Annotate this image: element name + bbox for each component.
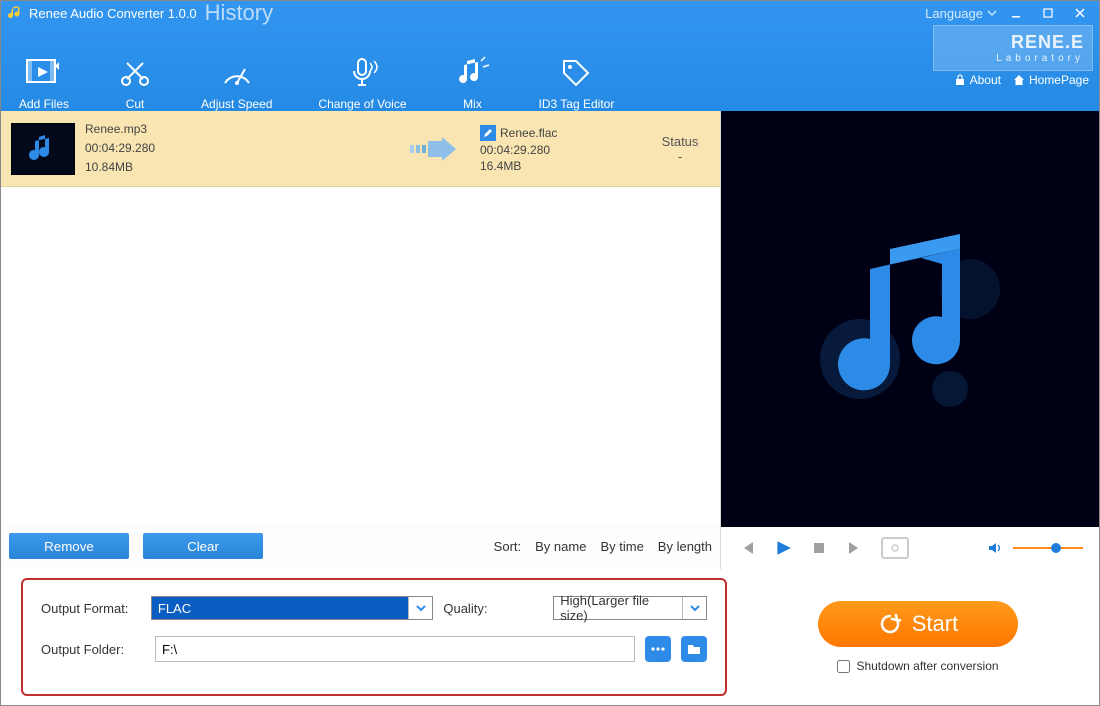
content-area: Renee.mp3 00:04:29.280 10.84MB [1,111,1099,569]
stop-button[interactable] [809,538,829,558]
volume-slider[interactable] [1013,547,1083,549]
browse-folder-button[interactable] [681,636,707,662]
lock-icon [954,74,966,86]
app-title: Renee Audio Converter 1.0.0 [29,6,197,21]
homepage-link[interactable]: HomePage [1013,73,1089,87]
player-controls [721,527,1099,569]
start-button-label: Start [912,611,958,637]
conversion-item[interactable]: Renee.mp3 00:04:29.280 10.84MB [1,111,720,187]
status-header: Status [650,134,710,149]
list-controls: Remove Clear Sort: By name By time By le… [1,523,720,569]
about-link[interactable]: About [954,73,1001,87]
output-folder-label: Output Folder: [41,642,145,657]
sort-by-length[interactable]: By length [658,539,712,554]
destination-duration: 00:04:29.280 [480,143,640,157]
quality-label: Quality: [443,601,543,616]
sort-by-name[interactable]: By name [535,539,586,554]
output-format-label: Output Format: [41,601,141,616]
scissors-icon [115,53,155,93]
microphone-icon [342,53,382,93]
music-mix-icon [453,53,493,93]
play-button[interactable] [773,538,793,558]
minimize-button[interactable] [1003,4,1029,22]
preview-display [721,111,1099,527]
file-list-panel: Renee.mp3 00:04:29.280 10.84MB [1,111,721,569]
item-thumbnail [11,123,75,175]
brand-name: RENE.E [996,32,1084,53]
gauge-icon [217,53,257,93]
snapshot-button[interactable] [881,537,909,559]
output-format-value: FLAC [152,597,408,619]
home-icon [1013,74,1025,86]
add-files-button[interactable]: Add Files [19,53,69,111]
chevron-down-icon [682,597,706,619]
more-options-button[interactable] [645,636,671,662]
shutdown-label: Shutdown after conversion [856,659,998,673]
clear-button[interactable]: Clear [143,533,263,559]
destination-filesize: 16.4MB [480,159,640,173]
maximize-button[interactable] [1035,4,1061,22]
shutdown-checkbox-row[interactable]: Shutdown after conversion [837,659,998,673]
header: Renee Audio Converter 1.0.0 History Lang… [1,1,1099,111]
arrow-icon [408,134,458,164]
source-filesize: 10.84MB [85,159,155,176]
prev-button[interactable] [737,538,757,558]
sort-label: Sort: [494,539,521,554]
refresh-icon [878,612,902,636]
remove-button[interactable]: Remove [9,533,129,559]
language-label: Language [925,6,983,21]
status-value: - [650,149,710,164]
brand-sub: Laboratory [996,53,1084,64]
status-column: Status - [650,134,710,164]
source-filename: Renee.mp3 [85,121,155,138]
destination-meta: Renee.flac 00:04:29.280 16.4MB [480,125,640,173]
branding-badge: RENE.E Laboratory [933,25,1093,71]
output-format-dropdown[interactable]: FLAC [151,596,433,620]
cut-button[interactable]: Cut [115,53,155,111]
volume-slider-thumb[interactable] [1051,543,1061,553]
output-folder-input[interactable] [155,636,635,662]
bottom-panel: Output Format: FLAC Quality: High(Larger… [1,569,1099,705]
file-list-empty-area [1,187,720,523]
chevron-down-icon [408,597,432,619]
quality-value: High(Larger file size) [554,597,682,619]
app-window: Renee Audio Converter 1.0.0 History Lang… [0,0,1100,706]
language-dropdown[interactable]: Language [925,6,997,21]
start-button[interactable]: Start [818,601,1018,647]
destination-filename: Renee.flac [500,126,557,140]
film-add-icon [24,53,64,93]
adjust-speed-button[interactable]: Adjust Speed [201,53,272,111]
preview-panel [721,111,1099,569]
source-meta: Renee.mp3 00:04:29.280 10.84MB [85,121,155,175]
shutdown-checkbox[interactable] [837,660,850,673]
output-settings-panel: Output Format: FLAC Quality: High(Larger… [21,578,727,696]
rename-icon[interactable] [480,125,496,141]
close-button[interactable] [1067,4,1093,22]
tag-icon [556,53,596,93]
chevron-down-icon [987,8,997,18]
source-duration: 00:04:29.280 [85,140,155,157]
id3-tag-editor-button[interactable]: ID3 Tag Editor [539,53,615,111]
sort-by-time[interactable]: By time [600,539,643,554]
volume-icon[interactable] [985,538,1005,558]
next-button[interactable] [845,538,865,558]
quality-dropdown[interactable]: High(Larger file size) [553,596,707,620]
history-link[interactable]: History [205,0,273,26]
mix-button[interactable]: Mix [453,53,493,111]
change-voice-button[interactable]: Change of Voice [318,53,406,111]
app-icon [7,5,23,21]
